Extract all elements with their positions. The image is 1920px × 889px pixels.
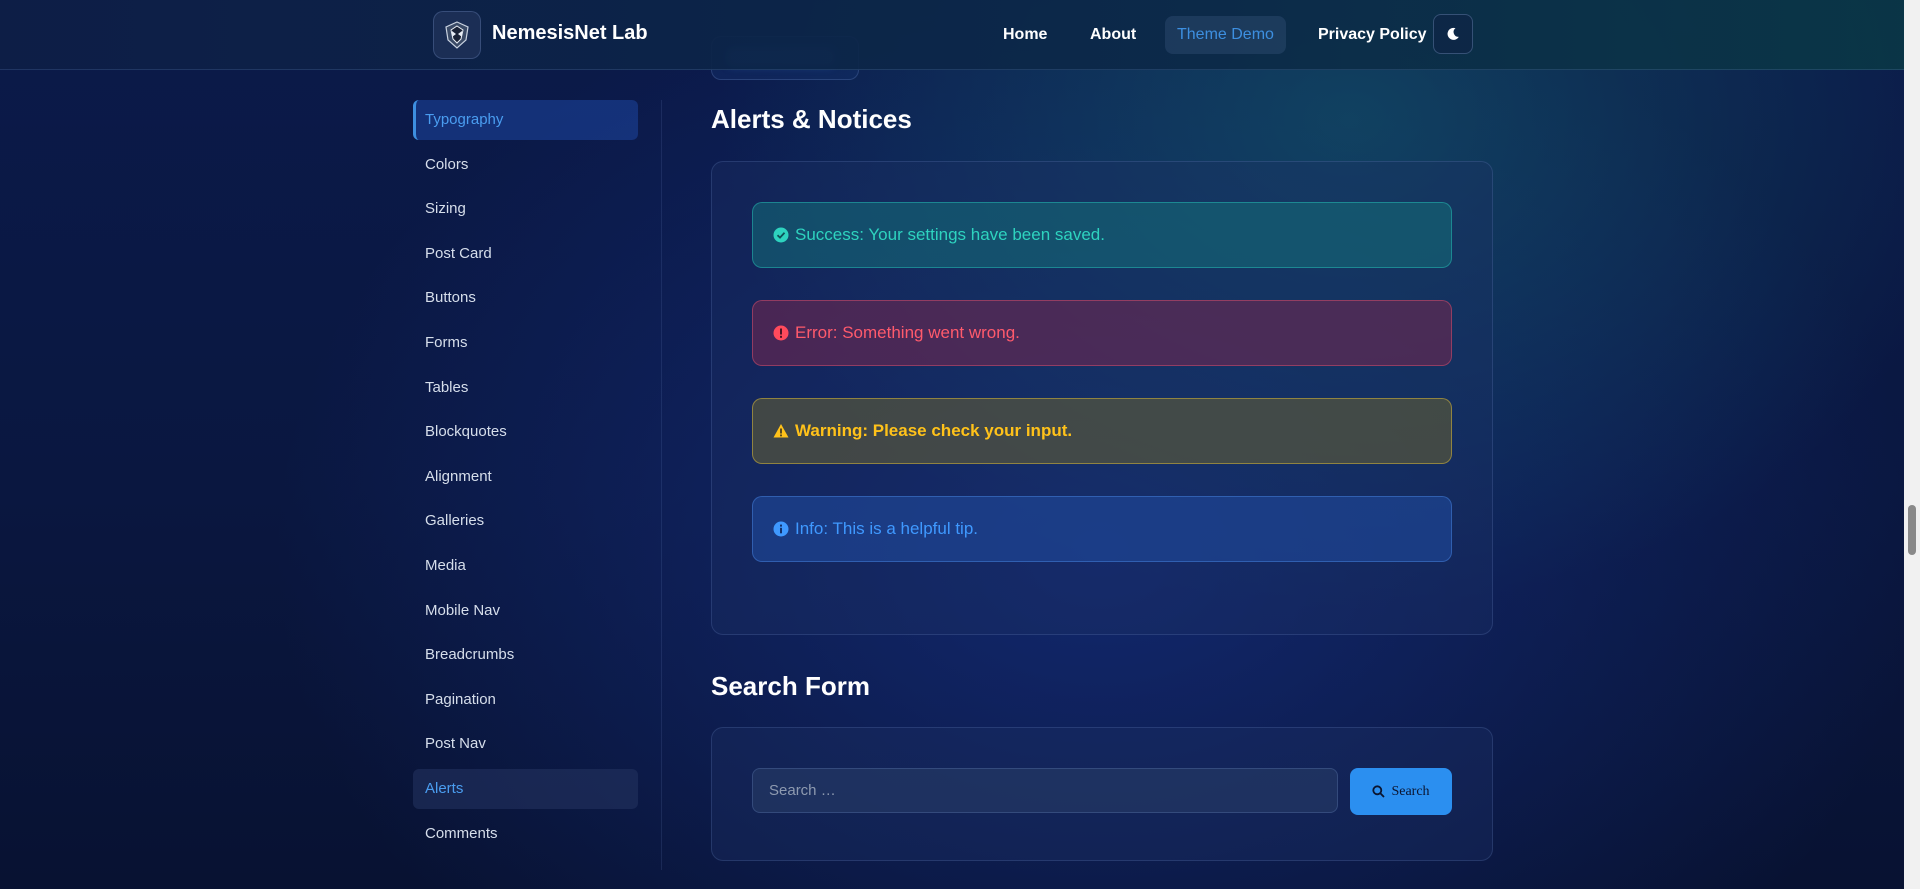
moon-icon (1447, 27, 1459, 40)
scrollbar-thumb[interactable] (1908, 505, 1916, 555)
info-circle-icon (773, 521, 789, 537)
sidebar-item-galleries[interactable]: Galleries (413, 501, 638, 541)
alert-success: Success: Your settings have been saved. (752, 202, 1452, 268)
sidebar-item-pagination[interactable]: Pagination (413, 680, 638, 720)
sidebar-item-typography[interactable]: Typography (413, 100, 638, 140)
warning-triangle-icon (773, 423, 789, 439)
sidebar-item-alerts[interactable]: Alerts (413, 769, 638, 809)
page-scrollbar[interactable] (1904, 0, 1920, 889)
search-input[interactable] (752, 768, 1338, 813)
sidebar-item-media[interactable]: Media (413, 546, 638, 586)
nav-home[interactable]: Home (991, 16, 1059, 54)
nav-about[interactable]: About (1078, 16, 1148, 54)
brand-name[interactable]: NemesisNet Lab (492, 22, 648, 45)
search-icon (1372, 785, 1386, 798)
sidebar-item-colors[interactable]: Colors (413, 145, 638, 185)
alert-warning-text: Warning: Please check your input. (795, 421, 1073, 440)
check-circle-icon (773, 227, 789, 243)
site-logo[interactable] (433, 11, 481, 59)
theme-toggle-button[interactable] (1433, 14, 1473, 54)
alert-error: Error: Something went wrong. (752, 300, 1452, 366)
alert-warning: Warning: Please check your input. (752, 398, 1452, 464)
alert-info: Info: This is a helpful tip. (752, 496, 1452, 562)
alert-success-text: Success: Your settings have been saved. (795, 225, 1105, 244)
sidebar-item-forms[interactable]: Forms (413, 323, 638, 363)
sidebar-item-mobile-nav[interactable]: Mobile Nav (413, 591, 638, 631)
sidebar-item-breadcrumbs[interactable]: Breadcrumbs (413, 635, 638, 675)
search-section-title: Search Form (711, 671, 870, 701)
search-button[interactable]: Search (1350, 768, 1452, 815)
sidebar-divider (661, 100, 662, 870)
alerts-section-title: Alerts & Notices (711, 104, 912, 134)
nav-theme-demo[interactable]: Theme Demo (1165, 16, 1286, 54)
shield-logo-icon (445, 21, 469, 49)
nav-privacy-policy[interactable]: Privacy Policy (1306, 16, 1439, 54)
sidebar-item-post-card[interactable]: Post Card (413, 234, 638, 274)
alert-info-text: Info: This is a helpful tip. (795, 519, 979, 538)
sidebar-item-post-nav[interactable]: Post Nav (413, 724, 638, 764)
sidebar-item-sizing[interactable]: Sizing (413, 189, 638, 229)
search-button-label: Search (1391, 783, 1430, 799)
sidebar-item-blockquotes[interactable]: Blockquotes (413, 412, 638, 452)
sidebar-item-buttons[interactable]: Buttons (413, 278, 638, 318)
exclamation-circle-icon (773, 325, 789, 341)
site-header: NemesisNet Lab Home About Theme Demo Pri… (0, 0, 1904, 70)
alert-error-text: Error: Something went wrong. (795, 323, 1020, 342)
sidebar-item-comments[interactable]: Comments (413, 814, 638, 854)
sidebar-item-alignment[interactable]: Alignment (413, 457, 638, 497)
sidebar-item-tables[interactable]: Tables (413, 368, 638, 408)
